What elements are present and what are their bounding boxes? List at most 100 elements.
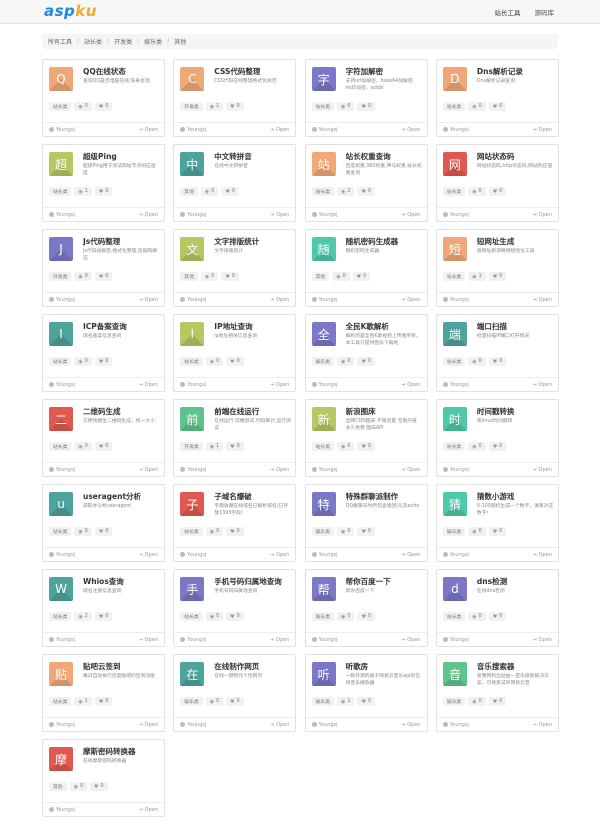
open-link[interactable]: ⇥ Open xyxy=(401,637,421,643)
category-tag[interactable]: 站长类 xyxy=(49,102,72,111)
tool-title[interactable]: 端口扫描 xyxy=(477,321,554,332)
category-tag[interactable]: 站长类 xyxy=(442,612,466,621)
tool-card[interactable]: 猜猜数小游戏 0-100随机生成一个数字，请猜对这数字！ 娱乐类 ◉ 0 ♥ 0 Youngs… xyxy=(435,484,559,562)
open-link[interactable]: ⇥ Open xyxy=(401,722,421,728)
tool-title[interactable]: 听歌房 xyxy=(346,661,423,672)
tool-title[interactable]: dns检测 xyxy=(477,576,554,587)
likes-badge[interactable]: ♥ 0 xyxy=(94,187,113,196)
open-link[interactable]: ⇥ Open xyxy=(138,127,158,133)
open-link[interactable]: ⇥ Open xyxy=(270,212,290,218)
likes-badge[interactable]: ♥ 0 xyxy=(94,527,113,536)
tool-title[interactable]: 短网址生成 xyxy=(477,236,554,247)
open-link[interactable]: ⇥ Open xyxy=(270,382,290,388)
open-link[interactable]: ⇥ Open xyxy=(532,722,552,728)
likes-badge[interactable]: ♥ 0 xyxy=(488,442,507,451)
tool-title[interactable]: 站长权重查询 xyxy=(346,151,423,162)
tool-title[interactable]: IP地址查询 xyxy=(214,321,291,332)
open-link[interactable]: ⇥ Open xyxy=(270,552,290,558)
tool-card[interactable]: 随随机密码生成器 随机密码生成器 其他 ◉ 0 ♥ 0 Youngsj ⇥ Open xyxy=(304,229,428,307)
likes-badge[interactable]: ♥ 0 xyxy=(94,357,113,366)
category-tag[interactable]: 其他 xyxy=(311,272,330,281)
nav-link-source-code[interactable]: 源码库 xyxy=(535,7,555,17)
likes-badge[interactable]: ♥ 0 xyxy=(357,357,375,366)
open-link[interactable]: ⇥ Open xyxy=(532,212,552,218)
likes-badge[interactable]: ♥ 0 xyxy=(221,272,239,281)
open-link[interactable]: ⇥ Open xyxy=(532,127,552,133)
category-tag[interactable]: 站长类 xyxy=(49,527,72,536)
category-tag[interactable]: 站长类 xyxy=(49,697,72,706)
open-link[interactable]: ⇥ Open xyxy=(138,382,158,388)
nav-link-webmaster-tools[interactable]: 站长工具 xyxy=(495,7,521,17)
category-tag[interactable]: 站长类 xyxy=(311,187,334,196)
tool-title[interactable]: Whios查询 xyxy=(83,576,160,587)
category-tag[interactable]: 站长类 xyxy=(180,357,203,366)
open-link[interactable]: ⇥ Open xyxy=(270,127,290,133)
tool-title[interactable]: 贴吧云签到 xyxy=(83,661,160,672)
likes-badge[interactable]: ♥ 0 xyxy=(226,442,244,451)
category-tag[interactable]: 站长类 xyxy=(442,187,466,196)
tool-card[interactable]: 超超级Ping 超级Ping用于测试网站节点响应速度 站长类 ◉ 1 ♥ 0 Youngsj ⇥… xyxy=(42,144,165,222)
open-link[interactable]: ⇥ Open xyxy=(138,807,158,813)
category-tag[interactable]: 娱乐类 xyxy=(311,357,334,366)
tool-card[interactable]: J Js代码整理 Js代码加解密,格式化整理,压缩和解压 开发类 ◉ 0 ♥ 0 Youngsj… xyxy=(42,229,165,307)
likes-badge[interactable]: ♥ 0 xyxy=(357,527,375,536)
category-tag[interactable]: 站长类 xyxy=(180,527,203,536)
category-tag[interactable]: 站长类 xyxy=(180,612,203,621)
category-tag[interactable]: 站长类 xyxy=(442,442,466,451)
tool-card[interactable]: d dns检测 在线dns检测 站长类 ◉ 0 ♥ 0 Youngsj ⇥ Open xyxy=(435,569,559,647)
tool-card[interactable]: D Dns解析记录 Dns解析记录查询 站长类 ◉ 0 ♥ 0 Youngsj ⇥ Open xyxy=(435,59,559,137)
tool-title[interactable]: 新浪图床 xyxy=(346,406,423,417)
category-tag[interactable]: 其他 xyxy=(49,782,67,791)
tool-card[interactable]: Q QQ在线状态 查询QQ是否电脑在线,隐身会话 站长类 ◉ 0 ♥ 0 Youngsj ⇥ Ope… xyxy=(42,59,165,137)
category-tag[interactable]: 站长类 xyxy=(311,442,334,451)
likes-badge[interactable]: ♥ 0 xyxy=(488,272,507,281)
tool-card[interactable]: 新新浪图床 全网CDN图床 不限流量 无限外链 永久免费 图床API 站长类 ◉ 0 ♥ 0… xyxy=(304,399,428,477)
tool-card[interactable]: 端端口扫描 批量扫描IP端口打开情况 站长类 ◉ 0 ♥ 0 Youngsj ⇥ Open xyxy=(435,314,559,392)
category-tag[interactable]: 站长类 xyxy=(442,272,466,281)
tool-card[interactable]: u useragent分析 获取并分析useragent 站长类 ◉ 0 ♥ 0 Youngsj… xyxy=(42,484,165,562)
tool-card[interactable]: 字字符加解密 支持url加解密、base64加解密、md5加密、addsl 站长类 ◉… xyxy=(304,59,428,137)
category-tag[interactable]: 娱乐类 xyxy=(311,612,334,621)
open-link[interactable]: ⇥ Open xyxy=(532,297,552,303)
tool-title[interactable]: 时间戳转换 xyxy=(477,406,554,417)
tool-card[interactable]: 中中文转拼音 在线中文转拼音 其他 ◉ 0 ♥ 0 Youngsj ⇥ Open xyxy=(173,144,297,222)
tool-title[interactable]: 全民K歌解析 xyxy=(346,321,423,332)
likes-badge[interactable]: ♥ 0 xyxy=(94,272,113,281)
open-link[interactable]: ⇥ Open xyxy=(401,127,421,133)
likes-badge[interactable]: ♥ 0 xyxy=(357,442,375,451)
category-entertainment[interactable]: 娱乐类 xyxy=(144,37,162,46)
tool-title[interactable]: 网站状态码 xyxy=(477,151,554,162)
open-link[interactable]: ⇥ Open xyxy=(401,467,421,473)
open-link[interactable]: ⇥ Open xyxy=(270,722,290,728)
tool-card[interactable]: 音音乐搜索器 爱整网和出站由一首乐搜索解决方案，可搜索试听网易云音 娱乐类 ◉ 0 ♥ 0 Y… xyxy=(435,654,559,732)
open-link[interactable]: ⇥ Open xyxy=(401,552,421,558)
tool-title[interactable]: 帮你百度一下 xyxy=(346,576,423,587)
category-tag[interactable]: 开发类 xyxy=(180,442,203,451)
tool-title[interactable]: CSS代码整理 xyxy=(214,66,291,77)
tool-card[interactable]: 前前端在线运行 在线运行 前端测试,代码审计,运行测试 开发类 ◉ 1 ♥ 0 Youngsj… xyxy=(173,399,297,477)
open-link[interactable]: ⇥ Open xyxy=(270,637,290,643)
category-tag[interactable]: 开发类 xyxy=(180,102,203,111)
tool-card[interactable]: 贴贴吧云签到 每日自动执行百度贴吧的签到功能 站长类 ◉ 1 ♥ 0 Youngsj ⇥ Open xyxy=(42,654,165,732)
likes-badge[interactable]: ♥ 0 xyxy=(488,102,507,111)
likes-badge[interactable]: ♥ 0 xyxy=(226,527,244,536)
likes-badge[interactable]: ♥ 0 xyxy=(221,187,239,196)
open-link[interactable]: ⇥ Open xyxy=(532,552,552,558)
category-webmaster[interactable]: 站长类 xyxy=(84,37,102,46)
open-link[interactable]: ⇥ Open xyxy=(270,467,290,473)
category-tag[interactable]: 其他 xyxy=(180,272,198,281)
likes-badge[interactable]: ♥ 0 xyxy=(226,612,244,621)
tool-title[interactable]: 二维码生成 xyxy=(83,406,160,417)
likes-badge[interactable]: ♥ 0 xyxy=(94,442,113,451)
tool-card[interactable]: 特特殊群聊派制作 QQ群聊天时所包含建回(以及echo 娱乐类 ◉ 0 ♥ 0 Youngsj… xyxy=(304,484,428,562)
likes-badge[interactable]: ♥ 0 xyxy=(488,527,507,536)
tool-title[interactable]: 子域名爆破 xyxy=(214,491,291,502)
tool-card[interactable]: 全全民K歌解析 解析的是全民K歌视频上传者所有。本工具只提供音乐下载地 娱乐类 ◉ 0 ♥… xyxy=(304,314,428,392)
category-tag[interactable]: 开发类 xyxy=(49,272,72,281)
open-link[interactable]: ⇥ Open xyxy=(138,212,158,218)
tool-card[interactable]: 网网站状态码 网站状态码,http状态码,网站响应值 站长类 ◉ 0 ♥ 0 Youngsj ⇥… xyxy=(435,144,559,222)
category-tag[interactable]: 娱乐类 xyxy=(180,697,203,706)
tool-title[interactable]: 前端在线运行 xyxy=(214,406,291,417)
open-link[interactable]: ⇥ Open xyxy=(138,722,158,728)
tool-card[interactable]: 摩摩斯密码转换器 在线摩斯密码转换器 其他 ◉ 0 ♥ 0 Youngsj ⇥ Open xyxy=(42,739,165,817)
